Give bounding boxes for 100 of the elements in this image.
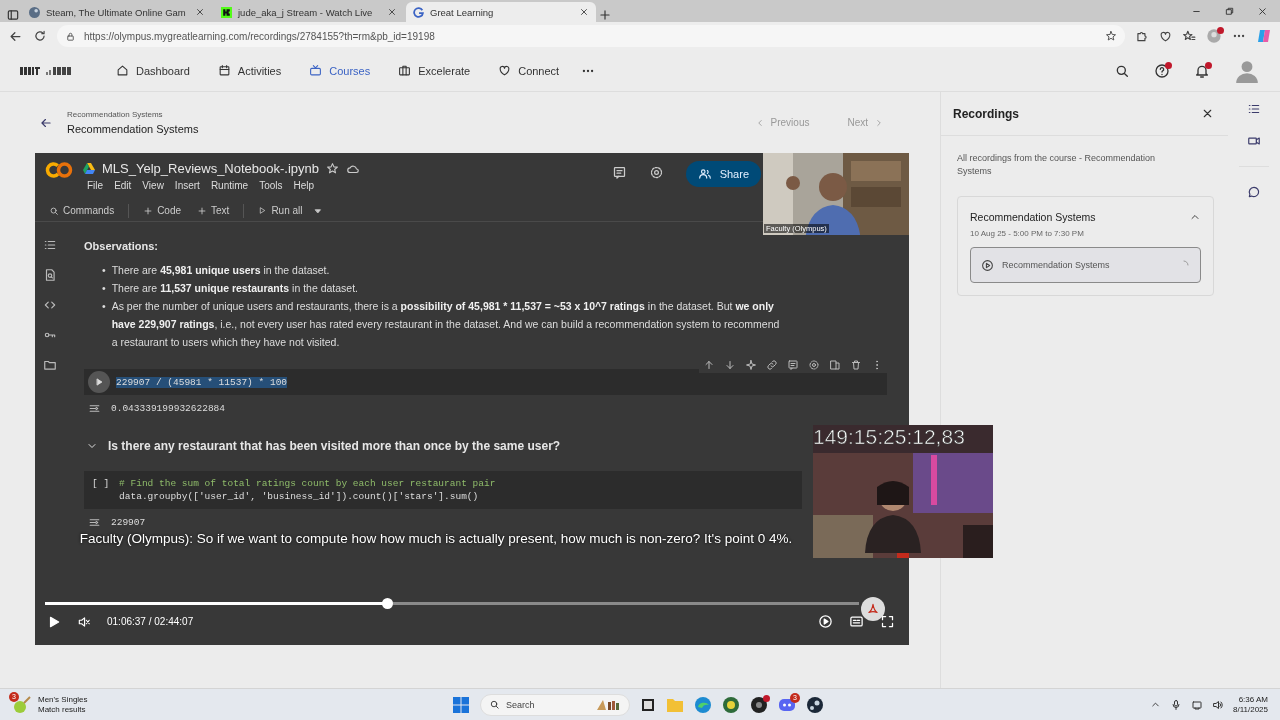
bullet-marker: • <box>102 263 106 278</box>
notebook-filename[interactable]: MLS_Yelp_Reviews_Notebook-.ipynb <box>102 161 320 176</box>
nav-link[interactable]: Connect <box>484 64 574 77</box>
sports-widget-icon[interactable] <box>12 694 32 715</box>
video-time: 01:06:37 / 02:44:07 <box>107 616 194 627</box>
find-icon[interactable] <box>43 268 57 282</box>
comment-icon[interactable] <box>787 359 799 371</box>
sparkle-icon[interactable] <box>745 359 757 371</box>
restore-icon[interactable] <box>1224 5 1235 17</box>
close-icon[interactable] <box>579 7 589 17</box>
address-bar[interactable]: https://olympus.mygreatlearning.com/recordings/2784155?th=rm&pb_id=19198 <box>57 25 1125 47</box>
menu-item[interactable]: Insert <box>174 180 200 191</box>
system-clock[interactable]: 6:36 AM 8/11/2025 <box>1233 694 1268 715</box>
close-icon[interactable] <box>387 7 397 17</box>
notification-dot <box>1205 61 1212 69</box>
output-icon[interactable] <box>88 402 101 415</box>
nav-link[interactable]: Excelerate <box>384 64 485 77</box>
toolbar-button[interactable]: Run all <box>252 205 309 216</box>
code-icon[interactable] <box>43 298 57 312</box>
bullet-text: As per the number of unique users and restaurants, there is a possibility of 45,981 * 11,537 = ~53 x 10^7 ratings in the dataset. But we only have 229,907 ratings, i.e., not every user has rated every restaurant in the dataset. And we can build a recommendation system to recommend a restaurant to users which they have not visited. <box>111 299 781 350</box>
browser-tab[interactable]: Great Learning <box>406 2 596 22</box>
edge-browser-icon[interactable] <box>694 695 712 714</box>
menu-item[interactable]: Edit <box>114 180 132 191</box>
menu-item[interactable]: File <box>87 180 104 191</box>
move-down-icon[interactable] <box>724 359 736 371</box>
colab-logo-icon <box>45 161 73 179</box>
plus-icon <box>197 205 208 216</box>
nav-link[interactable]: Courses <box>295 64 385 77</box>
browser-tab[interactable]: Steam, The Ultimate Online Gam <box>22 2 212 22</box>
steam-icon[interactable] <box>806 695 824 714</box>
playback-speed-icon[interactable] <box>818 614 833 629</box>
bullet-text: There are 45,981 unique users in the dataset. <box>111 263 330 278</box>
play-icon[interactable] <box>47 614 61 629</box>
tab-favicon <box>221 6 232 18</box>
link-icon[interactable] <box>766 359 778 371</box>
nav-link[interactable]: Dashboard <box>102 64 204 77</box>
favorites-icon[interactable] <box>1182 29 1196 43</box>
captions-icon[interactable] <box>849 614 864 629</box>
menu-item[interactable]: Help <box>293 180 315 191</box>
toolbar-button[interactable]: Commands <box>43 205 121 216</box>
new-tab-icon[interactable] <box>598 8 612 22</box>
muted-speaker-icon[interactable] <box>77 614 91 629</box>
settings-icon[interactable] <box>648 165 664 180</box>
browser-tab[interactable]: jude_aka_j Stream - Watch Live <box>214 2 404 22</box>
toolbar-button[interactable]: Text <box>191 205 236 216</box>
output-icon[interactable] <box>88 516 101 529</box>
video-camera-icon[interactable] <box>1247 134 1261 148</box>
menu-item[interactable]: View <box>142 180 164 191</box>
calendar-icon <box>217 64 231 77</box>
toolbar-button[interactable]: Code <box>137 205 188 216</box>
tab-actions-icon[interactable] <box>6 8 20 22</box>
close-icon[interactable] <box>195 7 205 17</box>
microphone-icon[interactable] <box>1170 698 1182 711</box>
list-icon[interactable] <box>1247 102 1261 116</box>
copilot-icon[interactable] <box>1256 28 1272 44</box>
settings-icon[interactable] <box>808 359 820 371</box>
pdf-icon[interactable] <box>866 602 880 616</box>
logo-icon <box>20 64 72 77</box>
app-icon[interactable] <box>750 695 768 714</box>
drive-icon <box>83 163 95 174</box>
menu-item[interactable]: Runtime <box>210 180 249 191</box>
breadcrumb[interactable]: Recommendation Systems <box>67 110 735 119</box>
code-cell[interactable]: [ ] # Find the sum of total ratings count by each user restaurant pair data.groupby(['user_id', 'business_id']).count()['stars'].sum() <box>84 471 802 509</box>
reload-icon[interactable] <box>33 29 47 43</box>
network-icon[interactable] <box>1191 698 1203 711</box>
task-view-icon[interactable] <box>640 696 656 713</box>
notification-dot <box>1165 61 1172 69</box>
code-line: data.groupby(['user_id', 'business_id']).count()['stars'].sum() <box>119 490 480 503</box>
extensions-icon[interactable] <box>1135 29 1149 43</box>
windows-start-icon[interactable] <box>452 695 470 714</box>
heart-icon <box>498 64 512 77</box>
profile-icon[interactable] <box>1206 28 1222 44</box>
globe-app-icon[interactable] <box>722 695 740 714</box>
folder-icon[interactable] <box>43 358 57 372</box>
comment-icon[interactable] <box>611 165 627 180</box>
browser-essentials-icon[interactable] <box>1159 29 1172 43</box>
share-button[interactable]: Share <box>685 161 761 187</box>
code-cell[interactable]: 229907 / (45981 * 11537) * 100 <box>84 369 887 395</box>
help-icon[interactable] <box>1154 62 1170 79</box>
speaker-icon[interactable] <box>1212 698 1224 711</box>
star-icon[interactable] <box>1105 30 1117 42</box>
run-cell-button[interactable] <box>88 371 110 393</box>
recording-item[interactable]: Recommendation Systems <box>970 247 1201 283</box>
notification-dot <box>1217 27 1224 34</box>
fullscreen-icon[interactable] <box>880 614 895 629</box>
progress-thumb[interactable] <box>381 598 393 609</box>
briefcase-icon <box>398 64 412 77</box>
star-icon[interactable] <box>326 162 340 175</box>
close-button[interactable] <box>1201 107 1214 120</box>
play-circle-icon <box>981 258 994 272</box>
widget-title[interactable]: Men's Singles <box>38 694 88 705</box>
table-of-contents-icon[interactable] <box>43 238 57 252</box>
taskbar-search[interactable]: Search <box>480 693 630 716</box>
menu-item[interactable]: Tools <box>259 180 283 191</box>
mirror-icon[interactable] <box>829 359 841 371</box>
chat-icon[interactable] <box>1247 185 1261 199</box>
close-icon[interactable] <box>1257 5 1268 17</box>
nav-link[interactable]: Activities <box>203 64 296 77</box>
delete-icon[interactable] <box>850 359 862 371</box>
move-up-icon[interactable] <box>703 359 715 371</box>
